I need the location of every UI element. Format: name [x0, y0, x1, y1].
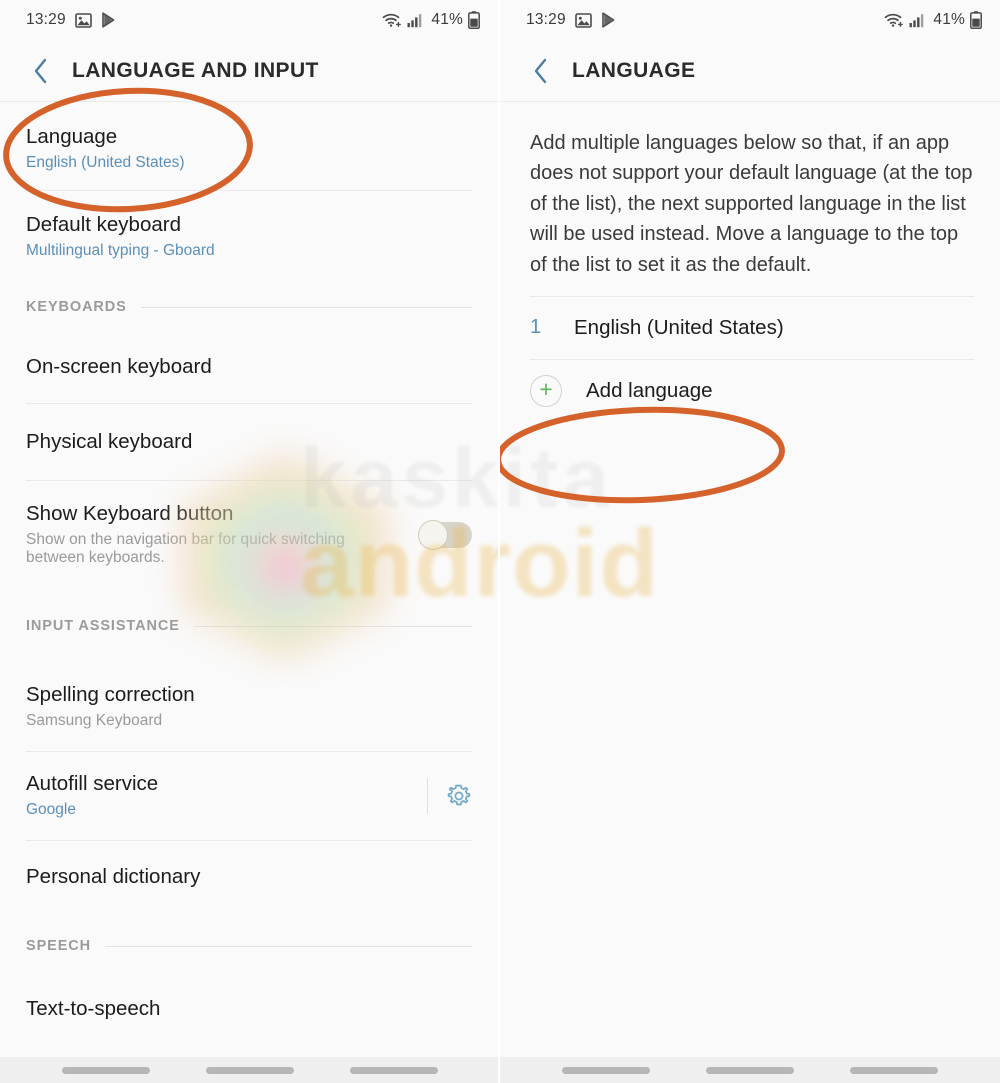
- autofill-service-value: Google: [26, 800, 76, 818]
- right-language-list: Add multiple languages below so that, if…: [500, 102, 1000, 422]
- spelling-correction-text: Spelling correction Samsung Keyboard: [26, 683, 472, 730]
- physical-keyboard-text: Physical keyboard: [26, 430, 472, 454]
- physical-keyboard-row[interactable]: Physical keyboard: [0, 404, 498, 480]
- spelling-correction-row[interactable]: Spelling correction Samsung Keyboard: [0, 663, 498, 751]
- status-bar: 13:29 41%: [0, 0, 498, 40]
- section-label-input-assistance: INPUT ASSISTANCE: [26, 618, 180, 634]
- section-rule: [105, 945, 472, 947]
- default-keyboard-row[interactable]: Default keyboard Multilingual typing - G…: [0, 191, 498, 283]
- section-rule: [140, 306, 472, 308]
- section-rule: [193, 625, 472, 627]
- status-bar-right: 41%: [884, 11, 982, 30]
- on-screen-keyboard-text: On-screen keyboard: [26, 355, 472, 379]
- on-screen-keyboard-row[interactable]: On-screen keyboard: [0, 331, 498, 403]
- status-bar-right: 41%: [382, 11, 480, 30]
- gallery-icon: [74, 12, 92, 28]
- autofill-service-title: Autofill service: [26, 772, 159, 796]
- page-title: LANGUAGE AND INPUT: [72, 58, 319, 82]
- personal-dictionary-title: Personal dictionary: [26, 865, 201, 889]
- spelling-correction-value: Samsung Keyboard: [26, 711, 163, 729]
- nav-recents-button[interactable]: [562, 1066, 650, 1074]
- right-screen-language: 13:29 41% LANGUAGE Add multiple language…: [500, 0, 1000, 1083]
- status-bar: 13:29 41%: [500, 0, 1000, 40]
- section-label-speech: SPEECH: [26, 938, 92, 954]
- language-order-number: 1: [530, 316, 542, 339]
- personal-dictionary-row[interactable]: Personal dictionary: [0, 841, 498, 913]
- autofill-service-row[interactable]: Autofill service Google: [0, 752, 498, 840]
- language-row-value: English (United States): [26, 153, 185, 171]
- show-keyboard-button-text: Show Keyboard button Show on the navigat…: [26, 502, 400, 568]
- wifi-icon: [884, 12, 904, 28]
- autofill-service-text: Autofill service Google: [26, 772, 413, 819]
- show-keyboard-button-title: Show Keyboard button: [26, 502, 234, 526]
- language-list-item-1[interactable]: 1 English (United States): [500, 297, 1000, 359]
- right-action-bar: LANGUAGE: [500, 40, 1000, 102]
- language-row-text: Language English (United States): [26, 125, 472, 172]
- show-keyboard-button-description: Show on the navigation bar for quick swi…: [26, 530, 345, 567]
- cellular-signal-icon: [909, 13, 925, 28]
- add-language-label: Add language: [586, 378, 713, 402]
- watermark-line-1: kaskita: [500, 431, 613, 525]
- battery-percentage-label: 41%: [933, 11, 965, 28]
- wifi-icon: [382, 12, 402, 28]
- dual-screenshot-container: 13:29 41% LANGUAGE AND INPUT Language En…: [0, 0, 1000, 1083]
- status-bar-clock: 13:29: [26, 11, 66, 28]
- language-row-title: Language: [26, 125, 118, 149]
- default-keyboard-row-value: Multilingual typing - Gboard: [26, 241, 215, 259]
- nav-recents-button[interactable]: [62, 1066, 150, 1074]
- autofill-service-actions: [427, 778, 472, 814]
- nav-back-button[interactable]: [850, 1066, 938, 1074]
- page-title: LANGUAGE: [572, 58, 696, 82]
- text-to-speech-text: Text-to-speech: [26, 997, 472, 1021]
- nav-home-button[interactable]: [706, 1066, 794, 1074]
- nav-home-button[interactable]: [206, 1066, 294, 1074]
- section-header-speech: SPEECH: [0, 913, 498, 979]
- navigation-bar: [0, 1057, 498, 1083]
- play-store-icon: [601, 12, 616, 28]
- left-action-bar: LANGUAGE AND INPUT: [0, 40, 498, 102]
- status-bar-clock: 13:29: [526, 11, 566, 28]
- section-label-keyboards: KEYBOARDS: [26, 299, 127, 315]
- watermark-text-continuation: kaskita android: [500, 430, 950, 670]
- text-to-speech-row[interactable]: Text-to-speech: [0, 979, 498, 1039]
- autofill-settings-button[interactable]: [446, 783, 472, 809]
- gallery-icon: [574, 12, 592, 28]
- language-name: English (United States): [574, 315, 784, 339]
- gear-icon: [447, 784, 471, 806]
- navigation-bar: [500, 1057, 1000, 1083]
- language-description: Add multiple languages below so that, if…: [530, 132, 973, 276]
- on-screen-keyboard-title: On-screen keyboard: [26, 355, 212, 379]
- play-store-icon: [101, 12, 116, 28]
- language-row[interactable]: Language English (United States): [0, 102, 498, 190]
- show-keyboard-button-row[interactable]: Show Keyboard button Show on the navigat…: [0, 481, 498, 589]
- back-button[interactable]: [522, 53, 558, 89]
- default-keyboard-row-title: Default keyboard: [26, 213, 181, 237]
- cellular-signal-icon: [407, 13, 423, 28]
- status-bar-left: 13:29: [526, 11, 616, 29]
- vertical-separator: [427, 778, 428, 814]
- section-header-keyboards: KEYBOARDS: [0, 283, 498, 331]
- battery-percentage-label: 41%: [431, 11, 463, 28]
- text-to-speech-title: Text-to-speech: [26, 997, 161, 1021]
- physical-keyboard-title: Physical keyboard: [26, 430, 193, 454]
- watermark-line-2: android: [500, 510, 659, 617]
- default-keyboard-row-text: Default keyboard Multilingual typing - G…: [26, 213, 472, 260]
- left-screen-language-and-input: 13:29 41% LANGUAGE AND INPUT Language En…: [0, 0, 500, 1083]
- section-header-input-assistance: INPUT ASSISTANCE: [0, 589, 498, 663]
- back-button[interactable]: [22, 53, 58, 89]
- status-bar-left: 13:29: [26, 11, 116, 29]
- nav-back-button[interactable]: [350, 1066, 438, 1074]
- plus-icon: +: [530, 374, 562, 407]
- battery-icon: [468, 11, 480, 30]
- battery-icon: [970, 11, 982, 30]
- spelling-correction-title: Spelling correction: [26, 683, 195, 707]
- personal-dictionary-text: Personal dictionary: [26, 865, 472, 889]
- add-language-row[interactable]: + Add language: [500, 360, 1000, 422]
- show-keyboard-button-toggle[interactable]: [418, 520, 472, 550]
- left-settings-list: Language English (United States) Default…: [0, 102, 498, 1039]
- toggle-knob: [418, 520, 448, 550]
